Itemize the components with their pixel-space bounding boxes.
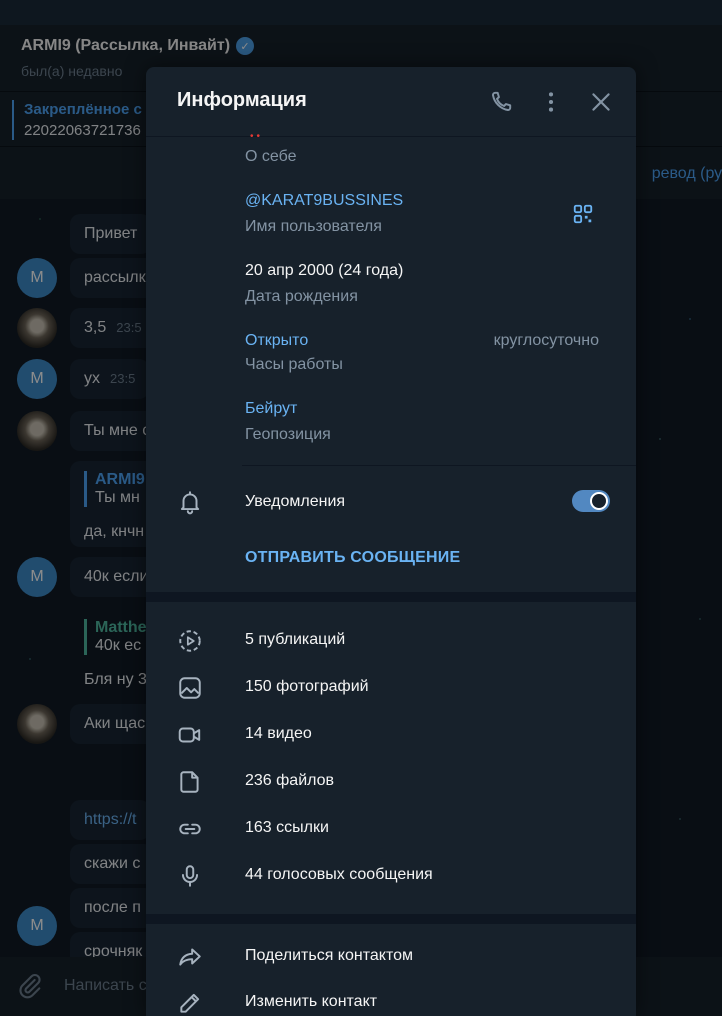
bio-emoji-dots: •• [250,131,264,142]
info-divider [242,465,636,466]
media-row-videos[interactable]: 14 видео [245,725,312,743]
media-row-links[interactable]: 163 ссылки [245,819,329,837]
location-label: Геопозиция [245,426,331,443]
qr-code-icon[interactable] [572,203,594,225]
close-icon[interactable] [588,89,614,115]
share-icon [179,948,201,966]
media-row-photos[interactable]: 150 фотографий [245,678,369,696]
send-message-button[interactable]: ОТПРАВИТЬ СООБЩЕНИЕ [245,549,460,567]
link-icon [179,823,201,835]
media-row-files[interactable]: 236 файлов [245,772,334,790]
birthday-label: Дата рождения [245,288,358,305]
file-icon [180,771,199,793]
about-label: О себе [245,148,297,165]
username-label: Имя пользователя [245,218,382,235]
phone-icon[interactable] [488,89,514,115]
microphone-icon [181,865,199,887]
username[interactable]: @KARAT9BUSSINES [245,192,403,210]
photo-icon [179,677,201,699]
notifications-label: Уведомления [245,493,346,510]
header-divider [146,136,636,137]
toggle-knob [590,492,608,510]
section-separator [146,914,636,924]
panel-title: Информация [177,89,307,111]
edit-contact-button[interactable]: Изменить контакт [245,993,377,1011]
more-icon[interactable] [538,89,564,115]
info-panel-header: Информация [146,67,636,137]
birthday: 20 апр 2000 (24 года) [245,262,404,279]
hours-status[interactable]: Открыто [245,332,308,350]
hours-label: Часы работы [245,356,343,373]
info-panel: Информация •• О себе @KARAT9BUSSINES Имя… [146,67,636,1016]
share-contact-button[interactable]: Поделиться контактом [245,947,413,965]
story-icon [179,630,201,652]
media-row-voice[interactable]: 44 голосовых сообщения [245,866,433,884]
section-separator [146,592,636,602]
video-icon [178,727,201,743]
pencil-icon [180,993,200,1013]
bell-icon [180,491,200,515]
location[interactable]: Бейрут [245,400,297,418]
notifications-toggle[interactable] [572,490,610,512]
media-row-posts[interactable]: 5 публикаций [245,631,345,649]
hours-value: круглосуточно [493,332,599,349]
